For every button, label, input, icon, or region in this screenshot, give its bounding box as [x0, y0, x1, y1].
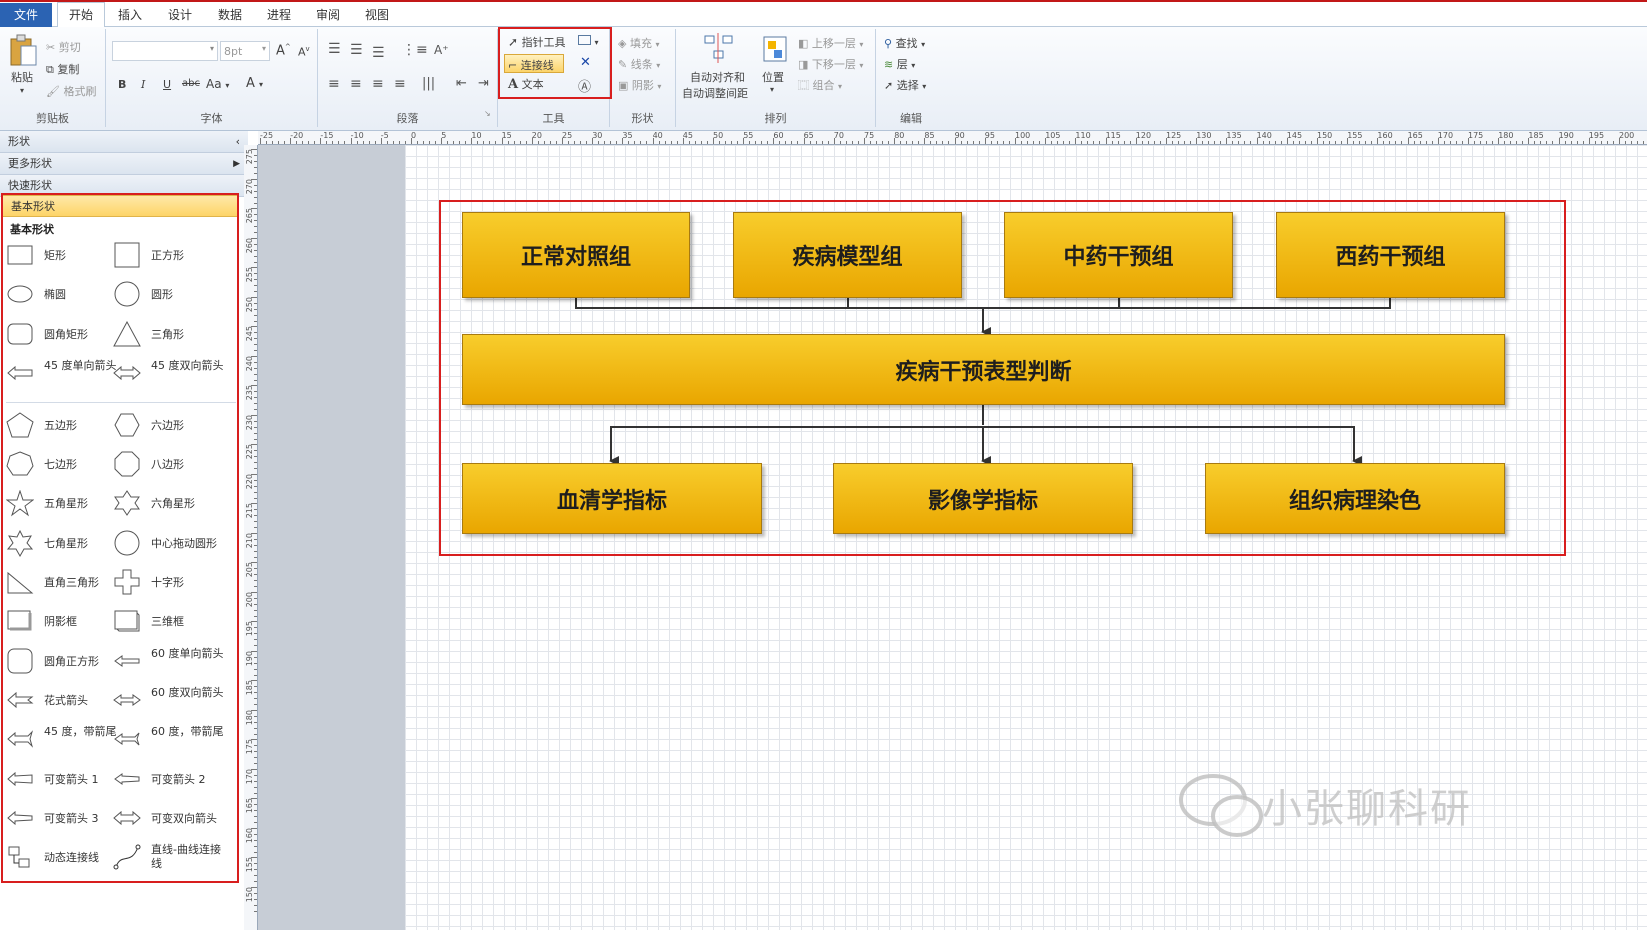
output-box-histopathology[interactable]: 组织病理染色 [1205, 463, 1505, 534]
group-box-tcm-intervention[interactable]: 中药干预组 [1004, 212, 1233, 298]
group-box-disease-model[interactable]: 疾病模型组 [733, 212, 962, 298]
output-box-serology[interactable]: 血清学指标 [462, 463, 762, 534]
center-box-phenotype[interactable]: 疾病干预表型判断 [462, 334, 1505, 405]
connector-top-bus [575, 298, 1391, 309]
watermark-text: 小张聊科研 [1262, 786, 1472, 832]
group-box-control[interactable]: 正常对照组 [462, 212, 690, 298]
output-box-imaging[interactable]: 影像学指标 [833, 463, 1133, 534]
group-box-western-intervention[interactable]: 西药干预组 [1276, 212, 1505, 298]
